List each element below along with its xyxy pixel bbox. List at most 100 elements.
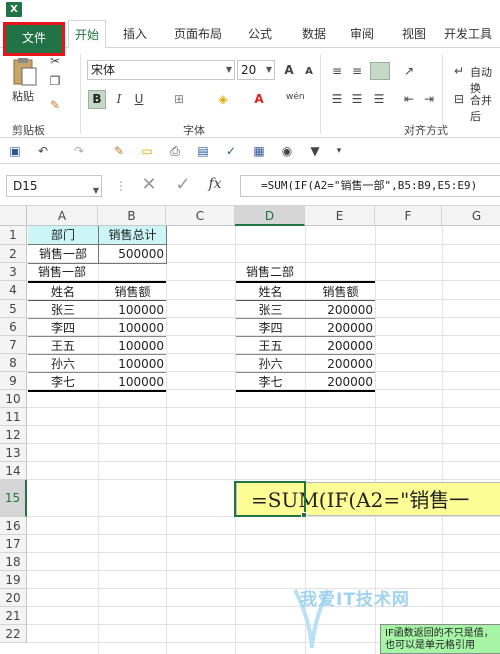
tab-review[interactable]: 审阅 xyxy=(340,20,384,48)
column-header-e[interactable]: E xyxy=(305,206,375,226)
tab-page-layout[interactable]: 页面布局 xyxy=(166,20,230,48)
enter-icon[interactable]: ✓ xyxy=(174,176,192,194)
row-header-1[interactable]: 1 xyxy=(0,226,27,245)
border-icon[interactable]: ⊞ xyxy=(170,90,188,108)
table1-name-cell[interactable]: 王五 xyxy=(28,337,98,355)
table2-sales-cell[interactable]: 200000 xyxy=(306,355,373,373)
copy-icon[interactable]: ❐ xyxy=(46,72,64,90)
align-center-icon[interactable]: ☰ xyxy=(348,90,366,108)
table2-sales-cell[interactable]: 200000 xyxy=(306,373,373,391)
merge-center-icon[interactable]: ⊟ xyxy=(450,90,468,108)
align-bottom-icon[interactable] xyxy=(370,62,390,80)
grow-font-icon[interactable]: A xyxy=(280,61,298,79)
row-header-8[interactable]: 8 xyxy=(0,354,27,372)
total-header-cell[interactable]: 销售总计 xyxy=(99,226,166,245)
font-name-select[interactable]: 宋体 ▼ xyxy=(87,60,235,80)
tab-data[interactable]: 数据 xyxy=(292,20,336,48)
open-folder-icon[interactable]: ▭ xyxy=(138,142,156,160)
active-cell-d15[interactable] xyxy=(234,481,306,517)
italic-button[interactable]: I xyxy=(110,90,128,108)
save-icon[interactable]: ▣ xyxy=(6,142,24,160)
format-painter-icon[interactable]: ✎ xyxy=(46,96,64,114)
table2-name-cell[interactable]: 张三 xyxy=(236,301,305,319)
align-top-icon[interactable]: ≡ xyxy=(328,62,346,80)
customize-toolbar-icon[interactable]: ▾ xyxy=(330,142,348,160)
row-header-19[interactable]: 19 xyxy=(0,571,27,589)
font-color-icon[interactable]: A xyxy=(250,90,268,108)
fill-handle[interactable] xyxy=(301,512,307,518)
camera-icon[interactable]: ◉ xyxy=(278,142,296,160)
table2-sales-cell[interactable]: 200000 xyxy=(306,301,373,319)
row-header-21[interactable]: 21 xyxy=(0,607,27,625)
row-header-20[interactable]: 20 xyxy=(0,589,27,607)
dept-value-cell[interactable]: 销售一部 xyxy=(28,245,98,263)
row-header-3[interactable]: 3 xyxy=(0,263,27,281)
print-preview-icon[interactable]: ⎙ xyxy=(166,142,184,160)
table2-name-cell[interactable]: 王五 xyxy=(236,337,305,355)
table2-name-cell[interactable]: 李四 xyxy=(236,319,305,337)
decrease-indent-icon[interactable]: ⇤ xyxy=(400,90,418,108)
calendar-icon[interactable]: ▦ xyxy=(250,142,268,160)
brush-icon[interactable]: ✎ xyxy=(110,142,128,160)
name-box[interactable]: D15 ▼ xyxy=(6,175,102,197)
table2-header-sales[interactable]: 销售额 xyxy=(306,283,375,301)
table1-header-name[interactable]: 姓名 xyxy=(28,283,98,301)
save-as-icon[interactable]: ▤ xyxy=(194,142,212,160)
column-header-g[interactable]: G xyxy=(442,206,500,226)
table1-name-cell[interactable]: 李七 xyxy=(28,373,98,391)
formula-input[interactable]: =SUM(IF(A2="销售一部",B5:B9,E5:E9) xyxy=(240,175,500,197)
row-header-6[interactable]: 6 xyxy=(0,318,27,336)
table2-name-cell[interactable]: 李七 xyxy=(236,373,305,391)
insert-function-icon[interactable]: fx xyxy=(206,175,224,193)
row-header-11[interactable]: 11 xyxy=(0,408,27,426)
row-header-5[interactable]: 5 xyxy=(0,300,27,318)
shrink-font-icon[interactable]: A xyxy=(300,63,318,81)
table1-sales-cell[interactable]: 100000 xyxy=(99,319,164,337)
row-header-13[interactable]: 13 xyxy=(0,444,27,462)
table2-title[interactable]: 销售二部 xyxy=(246,263,294,281)
row-header-17[interactable]: 17 xyxy=(0,535,27,553)
row-header-15[interactable]: 15 xyxy=(0,480,27,517)
paste-icon[interactable] xyxy=(10,57,38,87)
table1-name-cell[interactable]: 孙六 xyxy=(28,355,98,373)
row-header-16[interactable]: 16 xyxy=(0,517,27,535)
font-size-select[interactable]: 20 ▼ xyxy=(237,60,275,80)
total-value-cell[interactable]: 500000 xyxy=(99,245,164,263)
tab-developer[interactable]: 开发工具 xyxy=(444,20,500,48)
row-header-14[interactable]: 14 xyxy=(0,462,27,480)
select-all-corner[interactable] xyxy=(0,206,27,226)
table2-sales-cell[interactable]: 200000 xyxy=(306,337,373,355)
merge-center-label[interactable]: 合并后 xyxy=(470,92,500,124)
paste-label[interactable]: 粘贴 xyxy=(12,88,34,104)
table1-sales-cell[interactable]: 100000 xyxy=(99,301,164,319)
align-right-icon[interactable]: ☰ xyxy=(370,90,388,108)
tab-formulas[interactable]: 公式 xyxy=(238,20,282,48)
table1-sales-cell[interactable]: 100000 xyxy=(99,373,164,391)
table1-sales-cell[interactable]: 100000 xyxy=(99,337,164,355)
bold-button[interactable]: B xyxy=(88,90,106,109)
column-header-a[interactable]: A xyxy=(27,206,98,226)
tab-view[interactable]: 视图 xyxy=(392,20,436,48)
row-header-12[interactable]: 12 xyxy=(0,426,27,444)
column-header-b[interactable]: B xyxy=(98,206,166,226)
column-header-c[interactable]: C xyxy=(166,206,235,226)
table2-sales-cell[interactable]: 200000 xyxy=(306,319,373,337)
underline-button[interactable]: U xyxy=(130,90,148,108)
row-header-9[interactable]: 9 xyxy=(0,372,27,390)
row-header-18[interactable]: 18 xyxy=(0,553,27,571)
table1-name-cell[interactable]: 李四 xyxy=(28,319,98,337)
fill-color-icon[interactable]: ◈ xyxy=(214,90,232,108)
cancel-icon[interactable]: ✕ xyxy=(140,176,158,194)
row-header-2[interactable]: 2 xyxy=(0,245,27,263)
table2-name-cell[interactable]: 孙六 xyxy=(236,355,305,373)
tab-insert[interactable]: 插入 xyxy=(114,20,156,48)
column-header-f[interactable]: F xyxy=(375,206,442,226)
align-left-icon[interactable]: ☰ xyxy=(328,90,346,108)
wrap-text-icon[interactable]: ↵ xyxy=(450,62,468,80)
table1-name-cell[interactable]: 张三 xyxy=(28,301,98,319)
align-middle-icon[interactable]: ≡ xyxy=(348,62,366,80)
table1-sales-cell[interactable]: 100000 xyxy=(99,355,164,373)
table1-header-sales[interactable]: 销售额 xyxy=(99,283,166,301)
tab-home[interactable]: 开始 xyxy=(68,20,106,48)
dept-header-cell[interactable]: 部门 xyxy=(28,226,98,245)
